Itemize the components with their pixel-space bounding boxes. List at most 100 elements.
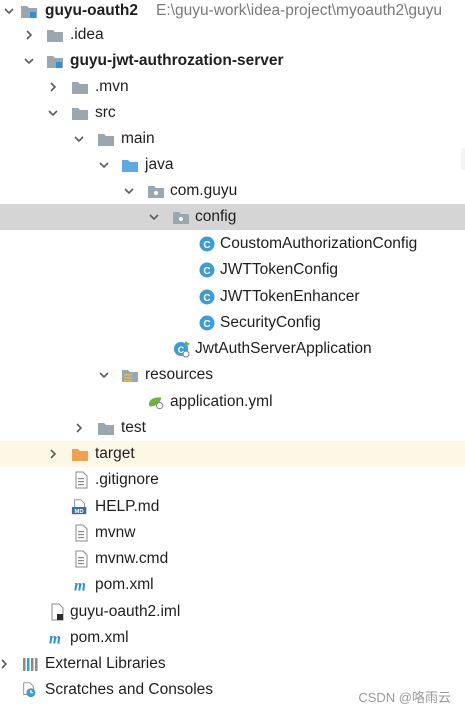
- package-icon: [147, 182, 165, 200]
- tree-item-label: pom.xml: [95, 576, 154, 593]
- root-project-path: E:\guyu-work\idea-project\myoauth2\guyu: [156, 2, 443, 19]
- scroll-edge: [461, 148, 465, 170]
- tree-row-file[interactable]: mvnw.cmd: [0, 546, 465, 572]
- tree-item-label: Scratches and Consoles: [45, 681, 214, 698]
- module-folder-icon: [46, 52, 64, 70]
- iml-file-icon: [48, 603, 66, 621]
- chevron-right-icon[interactable]: [72, 421, 86, 435]
- tree-item-label: JWTTokenEnhancer: [220, 288, 360, 305]
- tree-item-label: SecurityConfig: [220, 314, 321, 331]
- tree-item-label: .gitignore: [95, 471, 159, 488]
- watermark: CSDN @咯雨云: [358, 690, 451, 705]
- chevron-down-icon[interactable]: [46, 106, 60, 120]
- java-class-icon: C: [198, 235, 216, 253]
- spring-boot-class-icon: C: [173, 340, 191, 358]
- markdown-file-icon: MD: [71, 498, 89, 516]
- tree-row-spring-app-class[interactable]: C JwtAuthServerApplication: [0, 336, 465, 362]
- svg-text:m: m: [49, 630, 61, 647]
- tree-item-label: External Libraries: [45, 655, 166, 672]
- tree-row-iml-file[interactable]: guyu-oauth2.iml: [0, 599, 465, 625]
- tree-row-class[interactable]: C SecurityConfig: [0, 310, 465, 336]
- tree-row-package-config[interactable]: config: [0, 204, 465, 230]
- tree-row-mvn[interactable]: .mvn: [0, 74, 465, 100]
- tree-item-label: target: [95, 445, 135, 462]
- chevron-right-icon[interactable]: [22, 28, 36, 42]
- maven-badge-text: m: [74, 577, 86, 594]
- source-folder-icon: [121, 156, 139, 174]
- maven-icon: m: [46, 629, 64, 647]
- maven-icon: m: [71, 576, 89, 594]
- chevron-right-icon[interactable]: [46, 447, 60, 461]
- spring-config-icon: [147, 393, 165, 411]
- tree-row-maven-file[interactable]: m pom.xml: [0, 625, 465, 651]
- tree-item-label: java: [145, 156, 174, 173]
- tree-row-package-com-guyu[interactable]: com.guyu: [0, 178, 465, 204]
- tree-row-yml-file[interactable]: application.yml: [0, 389, 465, 415]
- chevron-down-icon[interactable]: [97, 368, 111, 382]
- text-file-icon: [72, 524, 90, 542]
- chevron-down-icon[interactable]: [2, 4, 16, 18]
- svg-text:C: C: [203, 266, 210, 277]
- java-class-icon: C: [198, 261, 216, 279]
- folder-icon: [46, 26, 64, 44]
- tree-row-external-libraries[interactable]: External Libraries: [0, 651, 465, 677]
- tree-item-label: mvnw: [95, 524, 136, 541]
- tree-row-java[interactable]: java: [0, 152, 465, 178]
- folder-icon: [71, 78, 89, 96]
- tree-item-label: config: [195, 208, 237, 225]
- chevron-down-icon[interactable]: [122, 184, 136, 198]
- tree-item-label: com.guyu: [170, 182, 238, 199]
- tree-row-main[interactable]: main: [0, 126, 465, 152]
- tree-item-label: HELP.md: [95, 498, 160, 515]
- tree-item-label: test: [121, 419, 146, 436]
- tree-row-target[interactable]: target: [0, 441, 465, 467]
- java-class-icon: C: [198, 314, 216, 332]
- tree-item-label: guyu-jwt-authrozation-server: [70, 52, 284, 69]
- tree-row-src[interactable]: src: [0, 100, 465, 126]
- tree-row-root[interactable]: guyu-oauth2 E:\guyu-work\idea-project\my…: [0, 0, 465, 24]
- tree-item-label: src: [95, 104, 116, 121]
- package-icon: [172, 208, 190, 226]
- tree-row-class[interactable]: C JWTTokenEnhancer: [0, 284, 465, 310]
- tree-item-label: pom.xml: [70, 629, 129, 646]
- excluded-folder-icon: [71, 445, 89, 463]
- folder-icon: [97, 419, 115, 437]
- svg-text:C: C: [203, 319, 210, 330]
- chevron-down-icon[interactable]: [147, 210, 161, 224]
- tree-row-idea[interactable]: .idea: [0, 22, 465, 48]
- tree-row-file[interactable]: MD HELP.md: [0, 494, 465, 520]
- chevron-down-icon[interactable]: [97, 158, 111, 172]
- text-file-icon: [72, 471, 90, 489]
- folder-icon: [71, 104, 89, 122]
- chevron-right-icon[interactable]: [0, 657, 11, 671]
- root-project-name: guyu-oauth2: [45, 2, 138, 19]
- tree-row-maven-file[interactable]: m pom.xml: [0, 572, 465, 598]
- chevron-right-icon[interactable]: [46, 80, 60, 94]
- tree-row-file[interactable]: mvnw: [0, 520, 465, 546]
- libraries-icon: [21, 655, 39, 673]
- tree-item-label: JWTTokenConfig: [220, 261, 339, 278]
- module-folder-icon: [20, 2, 38, 20]
- resources-folder-icon: [121, 366, 139, 384]
- tree-row-class[interactable]: C JWTTokenConfig: [0, 257, 465, 283]
- tree-item-label: main: [121, 130, 155, 147]
- tree-item-label: resources: [145, 366, 214, 383]
- svg-text:C: C: [203, 240, 210, 251]
- tree-row-file[interactable]: .gitignore: [0, 467, 465, 493]
- tree-item-label: .idea: [70, 26, 104, 43]
- tree-item-label: mvnw.cmd: [95, 550, 169, 567]
- tree-row-class[interactable]: C CoustomAuthorizationConfig: [0, 231, 465, 257]
- scratches-icon: [21, 681, 39, 699]
- chevron-down-icon[interactable]: [72, 132, 86, 146]
- tree-item-label: CoustomAuthorizationConfig: [220, 235, 418, 252]
- chevron-down-icon[interactable]: [22, 54, 36, 68]
- tree-row-resources[interactable]: resources: [0, 362, 465, 388]
- text-file-icon: [72, 550, 90, 568]
- folder-icon: [97, 130, 115, 148]
- tree-item-label: JwtAuthServerApplication: [195, 340, 372, 357]
- tree-row-module[interactable]: guyu-jwt-authrozation-server: [0, 48, 465, 74]
- md-badge-text: MD: [75, 509, 84, 515]
- java-class-icon: C: [198, 288, 216, 306]
- tree-item-label: guyu-oauth2.iml: [70, 603, 181, 620]
- tree-row-test[interactable]: test: [0, 415, 465, 441]
